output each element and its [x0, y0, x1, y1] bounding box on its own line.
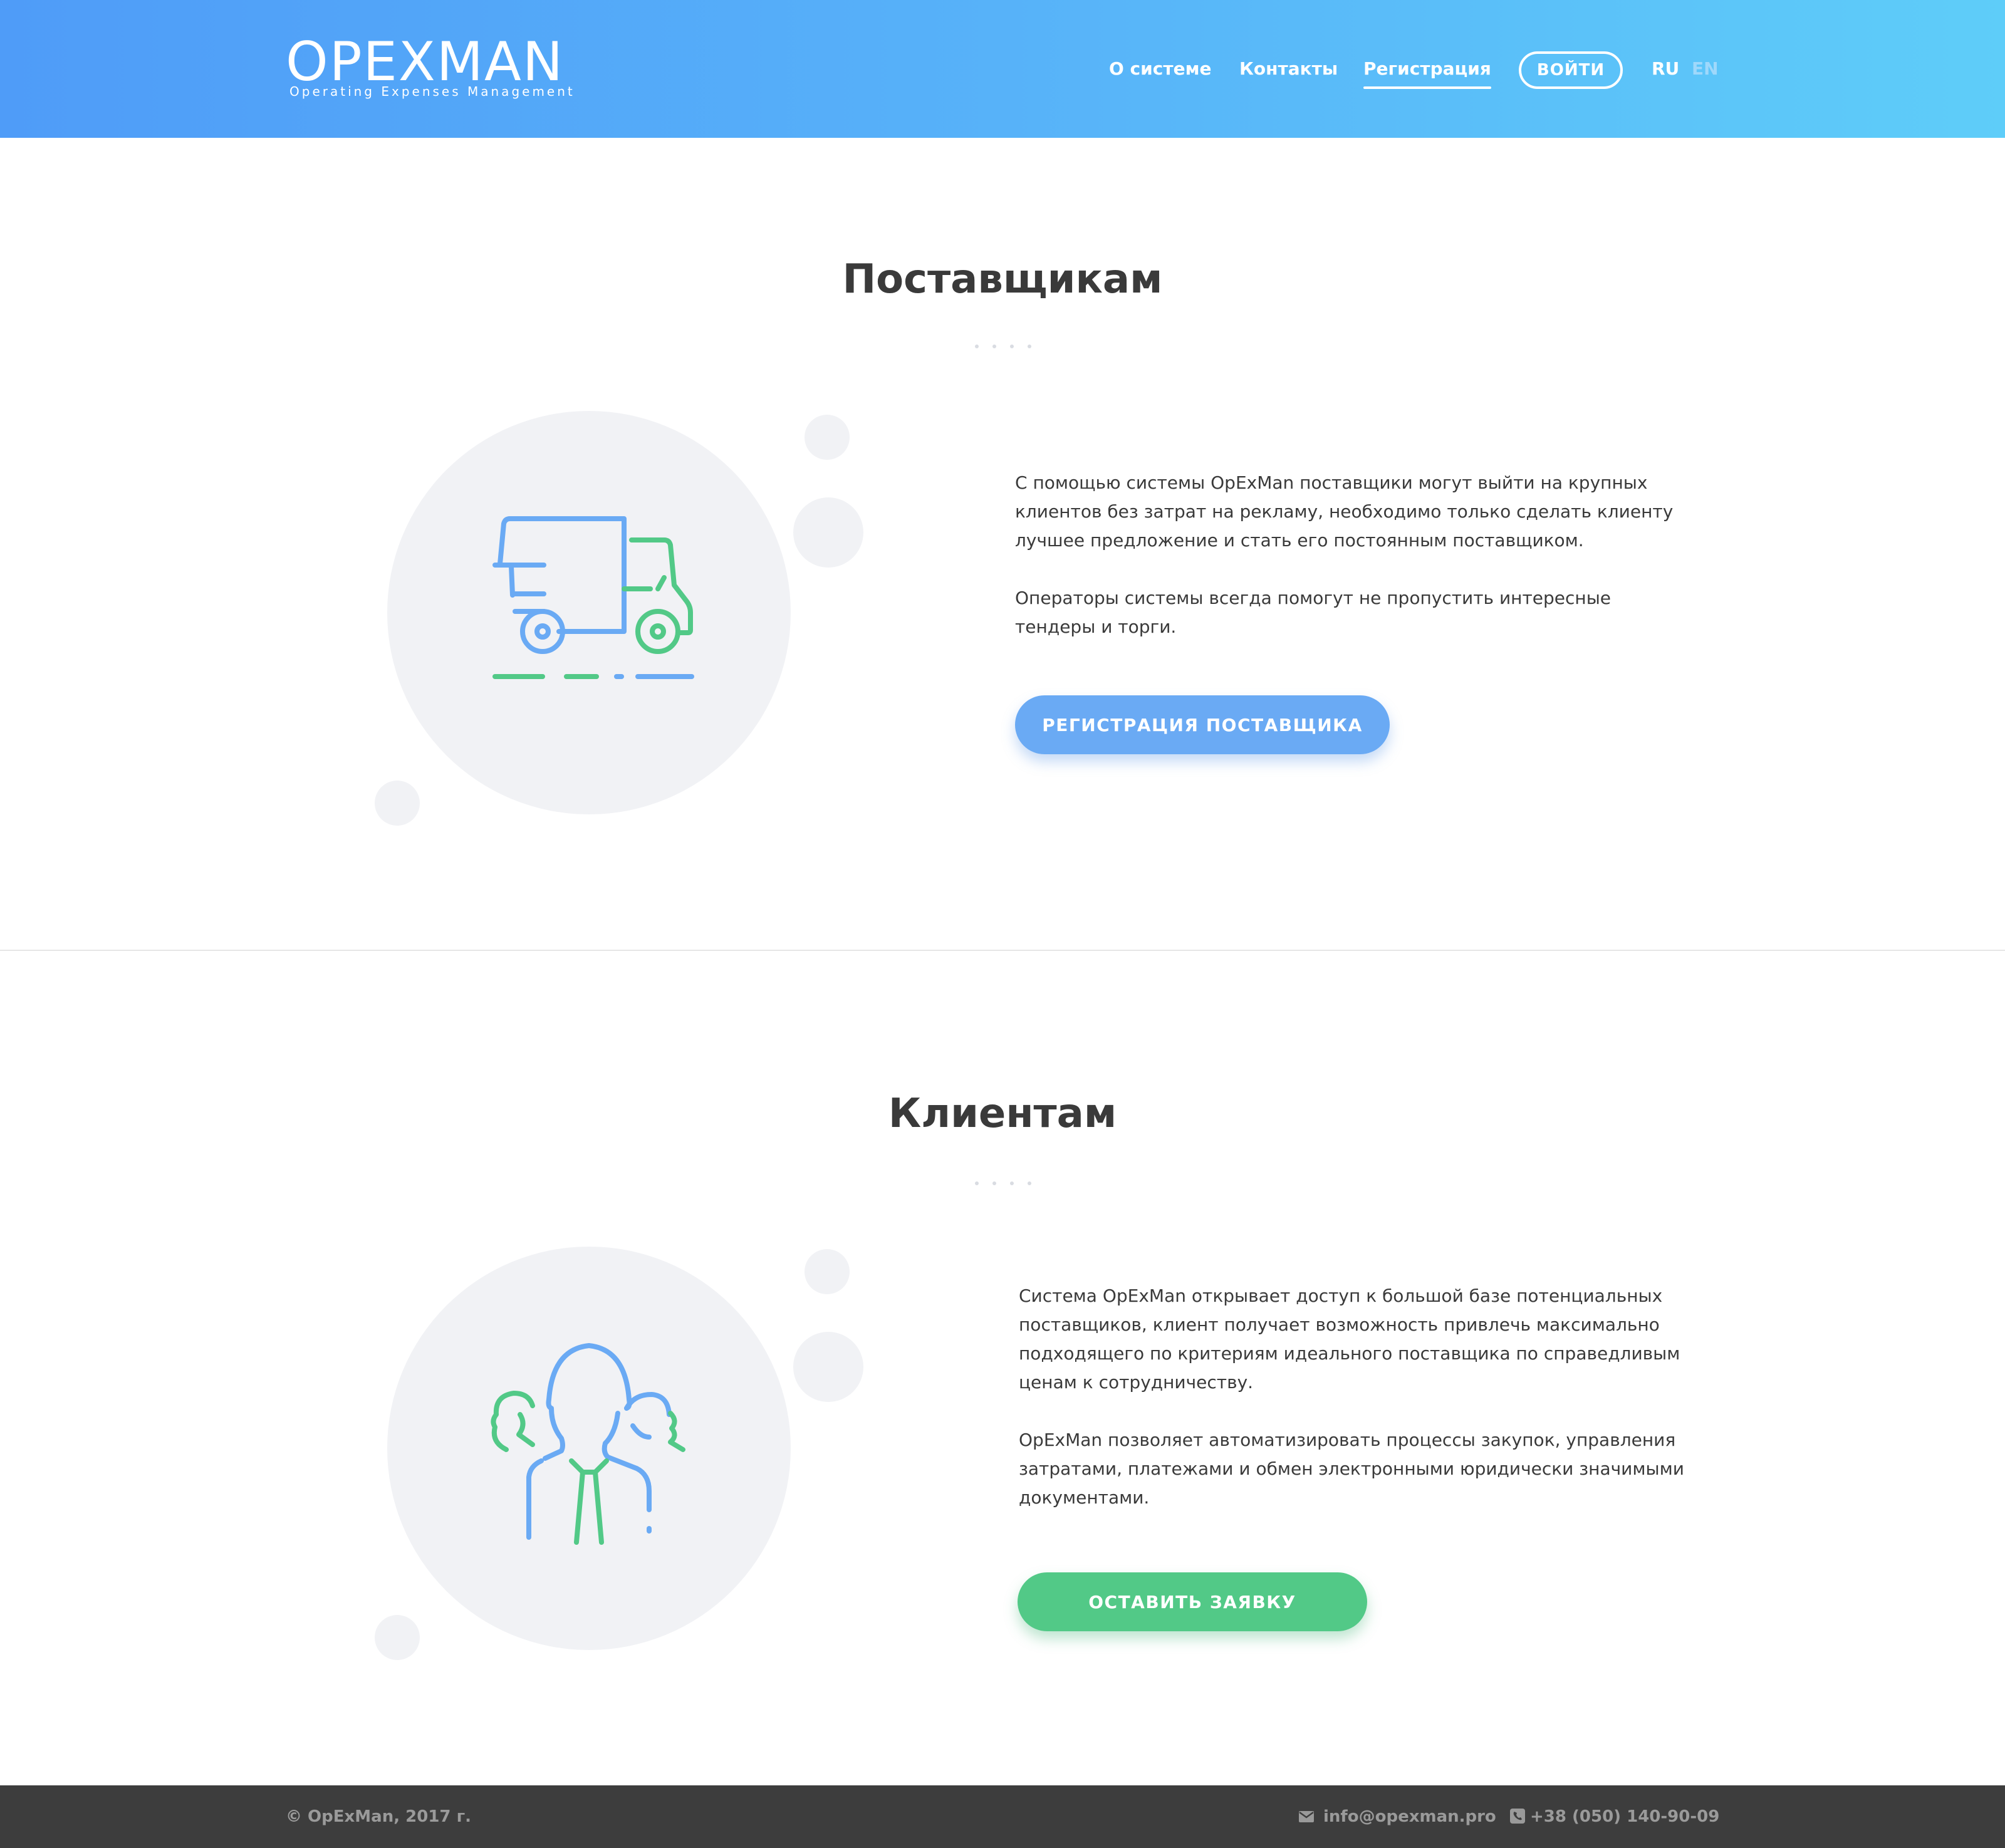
main-nav: О системе Контакты Регистрация ВОЙТИ RU …	[0, 0, 2005, 138]
clients-paragraph-1: Система OpExMan открывает доступ к больш…	[1019, 1285, 1680, 1393]
clients-title: Клиентам	[888, 1091, 1117, 1137]
delivery-truck-detail-icon	[492, 537, 694, 679]
clients-paragraph-2: OpExMan позволяет автоматизировать проце…	[1019, 1430, 1684, 1508]
nav-item-registration[interactable]: Регистрация	[1363, 58, 1491, 89]
site-footer: © OpExMan, 2017 г. info@opexman.pro +38 …	[0, 1785, 2005, 1848]
footer-email-link[interactable]: info@opexman.pro	[1323, 1805, 1496, 1828]
envelope-icon	[1299, 1811, 1314, 1822]
decor-bubble	[375, 781, 420, 826]
decor-bubble	[793, 497, 863, 568]
decor-bubble	[805, 1249, 850, 1294]
register-supplier-button[interactable]: РЕГИСТРАЦИЯ ПОСТАВЩИКА	[1015, 695, 1390, 754]
phone-icon	[1510, 1809, 1525, 1824]
decor-bubble	[793, 1332, 863, 1402]
footer-phone-link[interactable]: +38 (050) 140-90-09	[1530, 1805, 1719, 1828]
suppliers-paragraph-2: Операторы системы всегда помогут не проп…	[1015, 588, 1612, 637]
copyright-text: © OpExMan, 2017 г.	[286, 1807, 472, 1826]
nav-item-contacts[interactable]: Контакты	[1239, 58, 1338, 80]
suppliers-title: Поставщикам	[842, 256, 1163, 303]
title-dots-divider	[975, 345, 1031, 351]
leave-request-button[interactable]: ОСТАВИТЬ ЗАЯВКУ	[1018, 1572, 1367, 1631]
title-dots-divider	[975, 1181, 1031, 1188]
suppliers-paragraph-1: С помощью системы OpExMan поставщики мог…	[1015, 472, 1674, 551]
business-team-icon	[491, 1343, 685, 1545]
suppliers-section: Поставщикам С помощью системы OpExMan по…	[0, 138, 2005, 950]
decor-bubble	[805, 415, 850, 460]
clients-section: Клиентам Система OpExMan открывает досту…	[0, 951, 2005, 1785]
language-en[interactable]: EN	[1692, 58, 1719, 80]
language-ru[interactable]: RU	[1652, 58, 1679, 80]
login-button[interactable]: ВОЙТИ	[1519, 51, 1623, 89]
nav-item-about[interactable]: О системе	[1109, 58, 1211, 80]
decor-bubble	[375, 1615, 420, 1660]
site-header: OPEXMAN Operating Expenses Management О …	[0, 0, 2005, 138]
